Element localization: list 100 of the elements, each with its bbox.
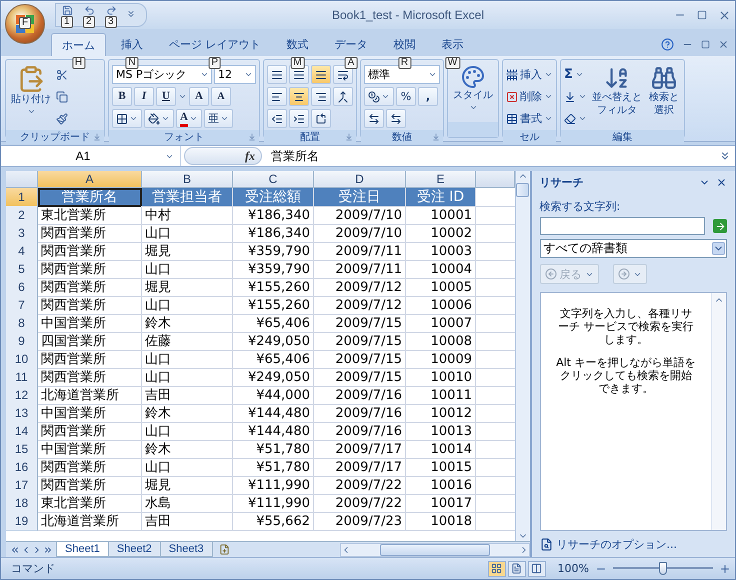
phonetic-button[interactable]: 亜	[204, 109, 233, 128]
wrap-text-button[interactable]	[333, 65, 353, 84]
view-button[interactable]	[508, 560, 526, 576]
row-header[interactable]: 18	[6, 494, 38, 513]
row-header[interactable]: 1	[6, 188, 38, 207]
launcher-icon[interactable]	[93, 133, 101, 141]
orientation-button[interactable]	[311, 109, 331, 128]
cells-button[interactable]: 挿入	[506, 65, 553, 84]
row-header[interactable]: 12	[6, 386, 38, 405]
expand-icon[interactable]	[719, 150, 731, 162]
align-top-button[interactable]	[267, 65, 287, 84]
close-icon[interactable]	[718, 39, 729, 50]
number-format-field[interactable]: 標準	[364, 65, 440, 84]
undo-icon[interactable]	[84, 5, 94, 16]
table-cell: ¥249,050	[233, 368, 314, 387]
row-header[interactable]: 2	[6, 206, 38, 225]
row-header[interactable]: 14	[6, 422, 38, 441]
search-field[interactable]	[540, 217, 705, 235]
column-header[interactable]: E	[406, 171, 476, 188]
align-bottom-button[interactable]	[311, 65, 331, 84]
zoom-in-icon[interactable]	[719, 562, 731, 574]
redo-icon[interactable]	[106, 5, 116, 16]
align-left-button[interactable]	[267, 87, 287, 106]
row-header[interactable]: 6	[6, 278, 38, 297]
cells-button[interactable]: 書式	[506, 109, 553, 128]
bold-button[interactable]: B	[112, 87, 132, 106]
column-header[interactable]: C	[233, 171, 314, 188]
paste-button[interactable]: 貼り付け	[9, 65, 53, 128]
ribbon-tab[interactable]: 校閲	[382, 33, 426, 56]
font-size-field[interactable]: 12	[214, 65, 256, 84]
row-header[interactable]: 13	[6, 404, 38, 423]
ribbon-tab[interactable]: 挿入	[110, 33, 154, 56]
sheet-tab[interactable]: Sheet1	[56, 542, 109, 557]
column-header[interactable]: A	[38, 171, 142, 188]
launcher-icon[interactable]	[432, 133, 440, 141]
ribbon-tab[interactable]: データ	[324, 33, 378, 56]
slider-thumb[interactable]	[659, 562, 667, 575]
decimal-decrease-button[interactable]	[386, 109, 406, 128]
increase-indent-button[interactable]	[289, 109, 309, 128]
restore-icon[interactable]	[701, 40, 710, 49]
office-button[interactable]: F	[5, 4, 45, 44]
first-sheet-icon[interactable]	[10, 544, 20, 554]
go-button[interactable]	[713, 219, 727, 233]
percent-button[interactable]: %	[396, 87, 416, 106]
launcher-icon[interactable]	[248, 133, 256, 141]
scroll-thumb[interactable]	[380, 544, 490, 556]
ribbon-tab[interactable]: 表示	[430, 33, 474, 56]
help-icon[interactable]	[661, 38, 674, 51]
ribbon-tab[interactable]: ページ レイアウト	[158, 33, 272, 56]
row-header[interactable]: 17	[6, 476, 38, 495]
row-header[interactable]: 3	[6, 224, 38, 243]
underline-button[interactable]: U	[156, 87, 176, 106]
last-sheet-icon[interactable]	[43, 544, 53, 554]
borders-button[interactable]	[112, 109, 142, 128]
source-dropdown[interactable]: すべての辞書類	[540, 239, 727, 258]
options-link[interactable]: リサーチのオプション...	[540, 531, 727, 557]
align-center-button[interactable]	[289, 87, 309, 106]
formula-field[interactable]: 営業所名	[265, 148, 719, 164]
cells-button[interactable]: 削除	[506, 87, 553, 106]
decimal-increase-button[interactable]	[364, 109, 384, 128]
sort-filter-button[interactable]: 並べ替えと フィルタ	[590, 65, 644, 128]
view-button[interactable]	[528, 560, 546, 576]
merge-button[interactable]	[333, 87, 353, 106]
row-header[interactable]: 15	[6, 440, 38, 459]
row-header[interactable]: 9	[6, 332, 38, 351]
font-color-button[interactable]: A	[176, 109, 202, 128]
find-select-button[interactable]: 検索と 選択	[647, 65, 681, 128]
row-header[interactable]: 16	[6, 458, 38, 477]
zoom-level[interactable]: 100%	[558, 562, 589, 575]
ribbon-tab[interactable]: ホーム	[51, 33, 106, 56]
grow-font-button[interactable]: A	[189, 87, 209, 106]
row-header[interactable]: 10	[6, 350, 38, 369]
column-header[interactable]: D	[314, 171, 406, 188]
align-right-button[interactable]	[311, 87, 331, 106]
name-box[interactable]: A1	[1, 146, 181, 166]
currency-button[interactable]	[364, 87, 394, 106]
scroll-thumb[interactable]	[516, 183, 530, 197]
row-header[interactable]: 11	[6, 368, 38, 387]
close-icon[interactable]	[716, 176, 727, 188]
view-button[interactable]	[488, 560, 506, 576]
sheet-tab[interactable]: Sheet2	[108, 542, 161, 557]
sheet-tab[interactable]: Sheet3	[160, 542, 213, 557]
font-name-field[interactable]: MS Pゴシック	[112, 65, 212, 84]
column-header[interactable]: B	[142, 171, 233, 188]
launcher-icon[interactable]	[345, 133, 353, 141]
row-header[interactable]: 5	[6, 260, 38, 279]
autosum-button[interactable]: Σ	[564, 65, 587, 84]
row-header[interactable]: 8	[6, 314, 38, 333]
row-header[interactable]: 7	[6, 296, 38, 315]
row-header[interactable]: 4	[6, 242, 38, 261]
row-header[interactable]: 19	[6, 512, 38, 531]
save-icon[interactable]	[62, 5, 72, 16]
ribbon-tab[interactable]: 数式	[276, 33, 320, 56]
comma-button[interactable]: ,	[418, 87, 438, 106]
shrink-font-button[interactable]: A	[211, 87, 231, 106]
italic-button[interactable]: I	[134, 87, 154, 106]
insert-function-button[interactable]: fx	[184, 147, 262, 165]
fill-color-button[interactable]	[144, 109, 174, 128]
customize-icon[interactable]	[126, 9, 136, 19]
decrease-indent-button[interactable]	[267, 109, 287, 128]
